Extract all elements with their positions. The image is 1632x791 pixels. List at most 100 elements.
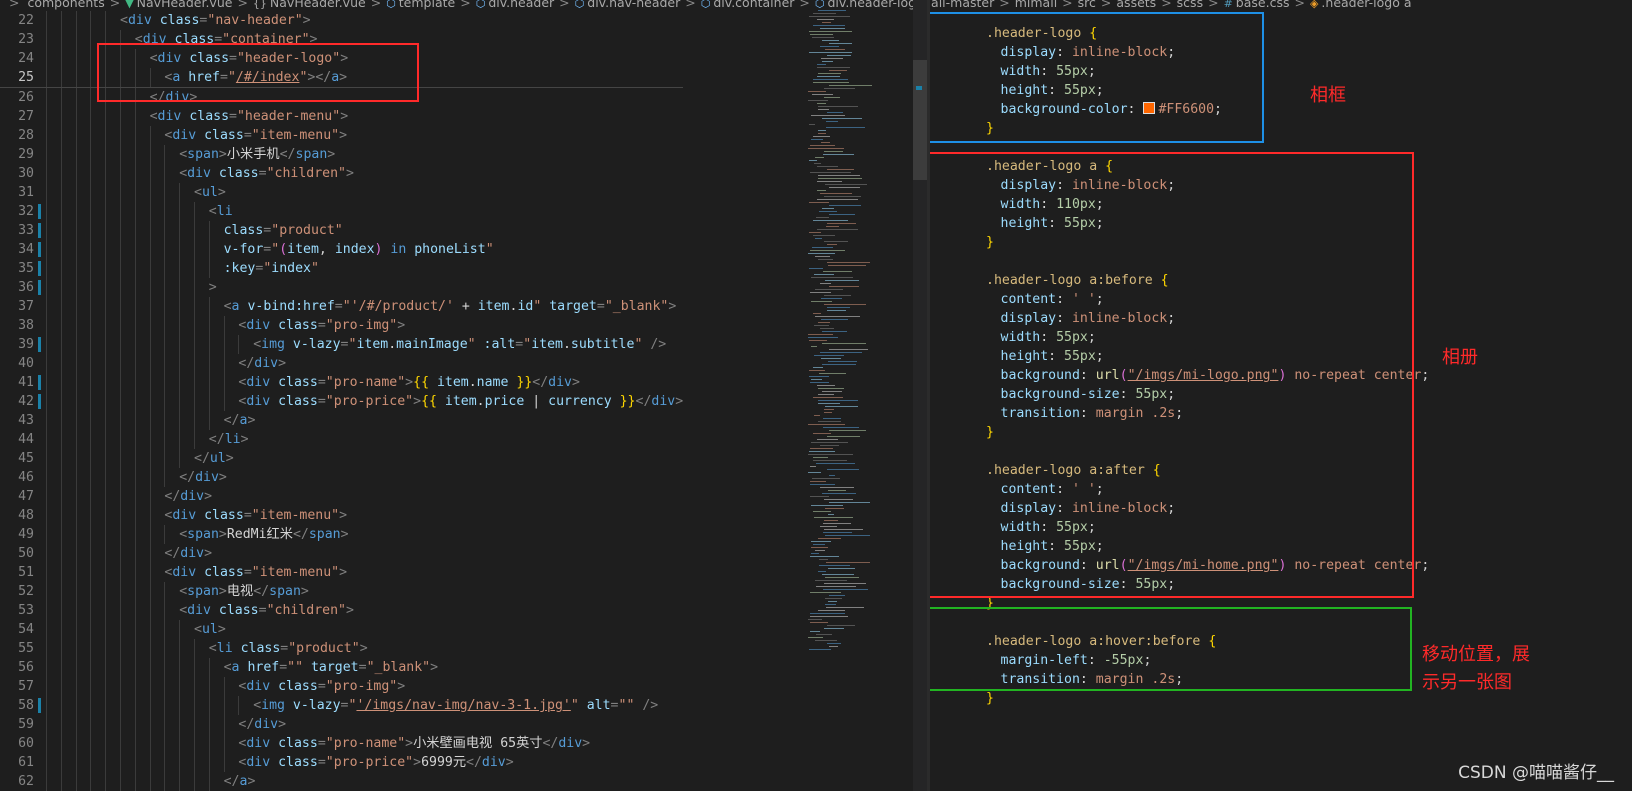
code-line[interactable]: 25 <a href="/#/index"></a> [0, 68, 684, 88]
code-line[interactable]: 35:key="index" [0, 259, 683, 278]
code-line[interactable]: 24 <div class="header-logo"> [0, 49, 683, 68]
code-line[interactable]: 39 <img v-lazy="item.mainImage" :alt="ite… [0, 335, 683, 354]
code-line[interactable]: 52 <span>电视</span> [0, 582, 683, 601]
code-line[interactable]: 55 <li class="product"> [0, 639, 683, 658]
code-line[interactable]: 37 <a v-bind:href="'/#/product/' + item.i… [0, 297, 683, 316]
code-line[interactable]: 56 <a href="" target="_blank"> [0, 658, 683, 677]
code-line[interactable]: 45width: 110px; [930, 195, 1429, 214]
line-number: 30 [18, 166, 34, 181]
right-editor-pane[interactable]: MiMall-master>mimall>src>assets>scss>#ba… [930, 0, 1632, 791]
code-line[interactable]: 61display: inline-block; [930, 499, 1429, 518]
code-line[interactable]: 57 <div class="pro-img"> [0, 677, 683, 696]
code-line[interactable]: 58 <img v-lazy="'/imgs/nav-img/nav-3-1.jp… [0, 696, 683, 715]
code-line[interactable]: 43 </a> [0, 411, 683, 430]
color-swatch-icon[interactable] [1143, 102, 1156, 114]
code-line[interactable]: 37display: inline-block; [930, 43, 1429, 62]
code-line[interactable]: 42 <div class="pro-price">{{ item.price |… [0, 392, 683, 411]
code-line[interactable]: 51display: inline-block; [930, 309, 1429, 328]
code-line[interactable]: 42 [930, 138, 1429, 157]
breadcrumb-item[interactable]: NavHeader.vue [270, 0, 366, 10]
code-line[interactable]: 62width: 55px; [930, 518, 1429, 537]
code-line[interactable]: 48 <div class="item-menu"> [0, 506, 683, 525]
left-code-area[interactable]: 22 <div class="nav-header"> 23 <div class="… [0, 11, 684, 791]
code-line[interactable]: 36 > [0, 278, 683, 297]
code-line[interactable]: 62 </a> [0, 772, 683, 791]
code-line[interactable]: 47 </div> [0, 487, 683, 506]
code-line[interactable]: 59.header-logo a:after { [930, 461, 1429, 480]
code-line[interactable]: 53 <div class="children"> [0, 601, 683, 620]
breadcrumb-item[interactable]: div.container [713, 0, 794, 10]
code-line[interactable]: 70transition: margin .2s; [930, 670, 1429, 689]
code-line[interactable]: 58 [930, 442, 1429, 461]
code-line[interactable]: 46 </div> [0, 468, 683, 487]
code-line[interactable]: 35 [930, 5, 1429, 24]
code-line[interactable]: 68.header-logo a:hover:before { [930, 632, 1429, 651]
code-line[interactable]: 51 <div class="item-menu"> [0, 563, 683, 582]
code-line[interactable]: 56transition: margin .2s; [930, 404, 1429, 423]
indent-guide [164, 221, 166, 240]
code-line[interactable]: 53height: 55px; [930, 347, 1429, 366]
code-line[interactable]: 44display: inline-block; [930, 176, 1429, 195]
code-line[interactable]: 49.header-logo a:before { [930, 271, 1429, 290]
code-line[interactable]: 31 <ul> [0, 183, 683, 202]
code-line[interactable]: 27 <div class="header-menu"> [0, 107, 683, 126]
right-code-area[interactable]: 3536.header-logo {37display: inline-bloc… [930, 5, 1429, 727]
code-line[interactable]: 54 <ul> [0, 620, 683, 639]
code-line[interactable]: 22 <div class="nav-header"> [0, 11, 683, 30]
code-line[interactable]: 28 <div class="item-menu"> [0, 126, 683, 145]
minimap[interactable] [808, 10, 894, 700]
code-line[interactable]: 44 </li> [0, 430, 683, 449]
code-line[interactable]: 26 </div> [0, 88, 683, 107]
code-line[interactable]: 29 <span>小米手机</span> [0, 145, 683, 164]
scrollbar-thumb[interactable] [913, 60, 927, 180]
code-line[interactable]: 63height: 55px; [930, 537, 1429, 556]
code-line[interactable]: 64background: url("/imgs/mi-home.png") n… [930, 556, 1430, 575]
code-line[interactable]: 54background: url("/imgs/mi-logo.png") n… [930, 366, 1430, 385]
code-line[interactable]: 50content: ' '; [930, 290, 1429, 309]
code-line[interactable]: 46height: 55px; [930, 214, 1429, 233]
breadcrumb-item[interactable]: div.header [488, 0, 554, 10]
code-line[interactable]: 69margin-left: -55px; [930, 651, 1429, 670]
code-line[interactable]: 72 [930, 708, 1429, 727]
code-line[interactable]: 60content: ' '; [930, 480, 1429, 499]
code-line[interactable]: 40 </div> [0, 354, 683, 373]
code-line[interactable]: 38 <div class="pro-img"> [0, 316, 683, 335]
code-line[interactable]: 40background-color: #FF6600; [930, 100, 1429, 119]
line-number: 41 [18, 375, 34, 390]
breadcrumb-item[interactable]: div.header-logo [828, 0, 924, 10]
code-token: : [1119, 387, 1136, 402]
indent-guide [60, 601, 62, 620]
code-line[interactable]: 33 class="product" [0, 221, 683, 240]
code-line[interactable]: 41 <div class="pro-name">{{ item.name }}<… [0, 373, 683, 392]
code-line[interactable]: 52width: 55px; [930, 328, 1429, 347]
code-line[interactable]: 43.header-logo a { [930, 157, 1429, 176]
code-line[interactable]: 61 <div class="pro-price">6999元</div> [0, 753, 683, 772]
code-line[interactable]: 55background-size: 55px; [930, 385, 1429, 404]
code-line[interactable]: 67 [930, 613, 1429, 632]
move-annotation-line1: 移动位置，展 [1422, 644, 1530, 665]
code-line[interactable]: 49 <span>RedMi红米</span> [0, 525, 683, 544]
code-line[interactable]: 23 <div class="container"> [0, 30, 683, 49]
code-line[interactable]: 47} [930, 233, 1429, 252]
breadcrumb-item[interactable]: components [27, 0, 104, 10]
code-line[interactable]: 30 <div class="children"> [0, 164, 683, 183]
left-editor-pane[interactable]: > components > ▼ NavHeader.vue >{} NavHeader.v… [0, 0, 927, 791]
code-line[interactable]: 38width: 55px; [930, 62, 1429, 81]
code-line[interactable]: 39height: 55px; [930, 81, 1429, 100]
breadcrumb-item[interactable]: template [399, 0, 455, 10]
code-line[interactable]: 71} [930, 689, 1429, 708]
breadcrumb-item[interactable]: NavHeader.vue [137, 0, 233, 10]
code-line[interactable]: 50 </div> [0, 544, 683, 563]
code-line[interactable]: 57} [930, 423, 1429, 442]
code-line[interactable]: 36.header-logo { [930, 24, 1429, 43]
breadcrumb-item[interactable]: div.nav-header [587, 0, 680, 10]
code-line[interactable]: 34 v-for="(item, index) in phoneList" [0, 240, 683, 259]
code-line[interactable]: 32 <li [0, 202, 683, 221]
code-line[interactable]: 60 <div class="pro-name">小米壁画电视 65英寸</div… [0, 734, 683, 753]
code-line[interactable]: 45 </ul> [0, 449, 683, 468]
code-line[interactable]: 66} [930, 594, 1429, 613]
code-line[interactable]: 65background-size: 55px; [930, 575, 1429, 594]
code-line[interactable]: 41} [930, 119, 1429, 138]
code-line[interactable]: 48 [930, 252, 1429, 271]
code-line[interactable]: 59 </div> [0, 715, 683, 734]
